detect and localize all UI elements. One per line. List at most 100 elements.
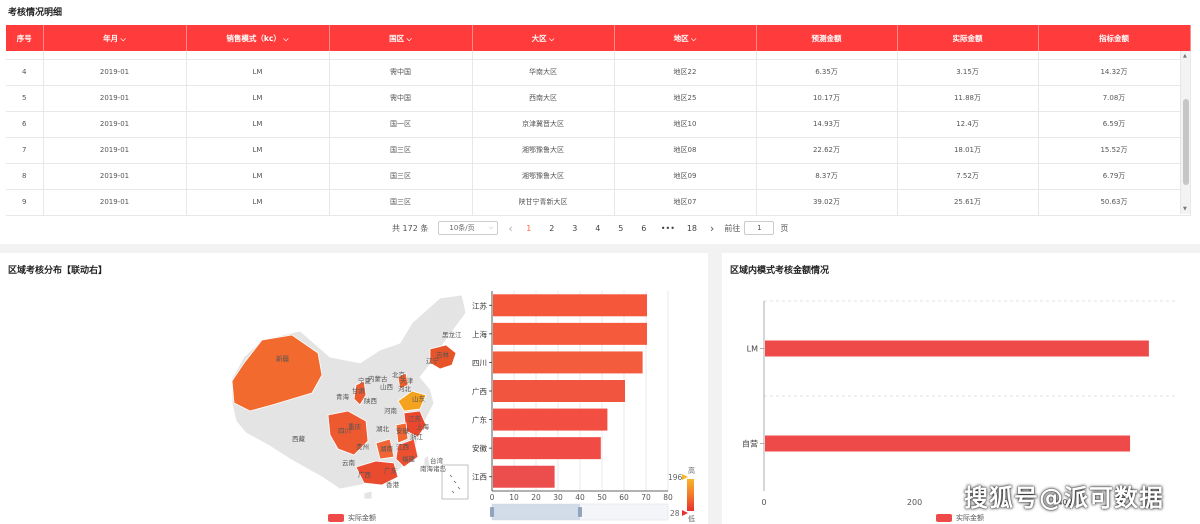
- page-size-select[interactable]: 10条/页 ⌵: [438, 221, 499, 235]
- column-header-label: 销售模式（kc）: [226, 33, 281, 43]
- map-hainan[interactable]: [363, 490, 373, 500]
- table-cell: 5: [6, 85, 44, 112]
- table-row[interactable]: 4 2019-01 LM 需中国 华南大区 地区22 6.35万 3.15万 14.32万: [6, 59, 1191, 86]
- table-row[interactable]: 6 2019-01 LM 国一区 京津冀晋大区 地区10 14.93万 12.4万 6.59万: [6, 111, 1191, 138]
- scroll-up-icon[interactable]: ▲: [1183, 53, 1187, 59]
- bar-上海[interactable]: [493, 322, 647, 345]
- legend-swatch: [328, 514, 344, 522]
- x-tick-label: 60: [619, 493, 629, 502]
- table-cell: 6.35万: [756, 59, 898, 86]
- table-header-row: 序号 年月 ⌵ 销售模式（kc） ⌵ 国区 ⌵ 大区 ⌵ 地区 ⌵ 预测金额 实际金额 指标金额: [6, 25, 1191, 51]
- detail-table: 序号 年月 ⌵ 销售模式（kc） ⌵ 国区 ⌵ 大区 ⌵ 地区 ⌵ 预测金额 实际金额 指标金额…: [6, 25, 1191, 216]
- map-label: 新疆: [276, 354, 290, 363]
- map-label: 西藏: [292, 434, 306, 443]
- chevron-down-icon[interactable]: ⌵: [404, 35, 412, 43]
- table-cell: 国三区: [329, 137, 473, 164]
- table-cell: 国三区: [329, 189, 473, 216]
- table-cell: 22.62万: [756, 137, 898, 164]
- table-cell: 6.59万: [1038, 111, 1191, 138]
- table-cell: 4: [6, 59, 44, 86]
- x-tick-label: 20: [531, 493, 541, 502]
- next-page-icon[interactable]: ›: [710, 222, 714, 235]
- table-row[interactable]: 9 2019-01 LM 国三区 陕甘宁青新大区 地区07 39.02万 25.61万 50.6…: [6, 189, 1191, 216]
- bar-江苏[interactable]: [493, 294, 647, 317]
- map-label: 青海: [336, 392, 350, 401]
- table-cell: 京津冀晋大区: [472, 111, 615, 138]
- column-header-label: 地区: [673, 33, 689, 43]
- goto-suffix: 页: [780, 223, 789, 233]
- table-row[interactable]: 5 2019-01 LM 需中国 西南大区 地区25 10.17万 11.88万 7.08万: [6, 85, 1191, 112]
- bar-LM[interactable]: [765, 340, 1149, 357]
- goto-label: 前往: [724, 223, 741, 233]
- region-legend[interactable]: 实际金额: [328, 513, 376, 523]
- chevron-down-icon[interactable]: ⌵: [547, 35, 554, 43]
- column-header[interactable]: 大区 ⌵: [472, 25, 615, 51]
- map-label: 贵州: [356, 442, 369, 451]
- page-number[interactable]: 5: [615, 224, 627, 233]
- map-label: 江苏: [408, 414, 422, 423]
- bar-广西[interactable]: [493, 380, 625, 402]
- chevron-down-icon[interactable]: ⌵: [689, 35, 696, 43]
- page-number[interactable]: 6: [638, 224, 650, 233]
- map-label: 湖北: [376, 424, 390, 433]
- page-ellipsis[interactable]: •••: [661, 224, 675, 233]
- column-header-label: 预测金额: [811, 33, 842, 43]
- table-row[interactable]: 8 2019-01 LM 国三区 湘鄂豫鲁大区 地区09 8.37万 7.52万 6.79万: [6, 163, 1191, 190]
- bar-江西[interactable]: [493, 465, 555, 488]
- page-number[interactable]: 3: [569, 224, 581, 233]
- table-cell: 2019-01: [43, 163, 187, 190]
- bar-安徽[interactable]: [493, 437, 601, 460]
- table-cell: 14.32万: [1038, 59, 1191, 86]
- pagination: 共 172 条 10条/页 ⌵ ‹ 1 2 3 4 5 6 ••• 18 › 前往 1 页: [392, 220, 798, 236]
- scroll-down-icon[interactable]: ▼: [1183, 206, 1187, 212]
- page-number[interactable]: 18: [686, 224, 698, 233]
- map-label: 云南: [342, 458, 356, 467]
- pager-total: 共 172 条: [392, 223, 429, 233]
- province-bar-chart: 0 10 20 30 40 50 60 70 80 江苏上海四川广西广东安徽江西: [472, 291, 673, 521]
- column-header[interactable]: 地区 ⌵: [614, 25, 757, 51]
- data-zoom-handle[interactable]: [578, 507, 582, 517]
- column-header: 指标金额: [1038, 25, 1191, 51]
- prev-page-icon[interactable]: ‹: [508, 222, 512, 235]
- data-zoom-handle[interactable]: [490, 507, 494, 517]
- table-scrollbar[interactable]: ▲ ▼: [1180, 51, 1190, 214]
- table-cell: LM: [186, 163, 330, 190]
- goto-page-input[interactable]: 1: [744, 221, 775, 235]
- bar-广东[interactable]: [493, 408, 608, 431]
- page-number[interactable]: 2: [546, 224, 558, 233]
- chevron-down-icon[interactable]: ⌵: [281, 35, 288, 43]
- x-tick-label: 70: [641, 493, 651, 502]
- x-tick-label: 0: [490, 493, 495, 502]
- bar-自营[interactable]: [765, 435, 1131, 452]
- table-cell: LM: [186, 189, 330, 216]
- map-label: 江西: [396, 443, 410, 451]
- chevron-down-icon[interactable]: ⌵: [118, 35, 126, 43]
- bar-四川[interactable]: [493, 351, 643, 374]
- column-header[interactable]: 销售模式（kc） ⌵: [186, 25, 330, 51]
- detail-card: 考核情况明细 序号 年月 ⌵ 销售模式（kc） ⌵ 国区 ⌵ 大区 ⌵ 地区 ⌵ 预测金额实…: [0, 0, 1200, 244]
- table-cell: 2019-01: [43, 85, 187, 112]
- column-header[interactable]: 年月 ⌵: [43, 25, 187, 51]
- y-category-label: 江西: [472, 473, 487, 482]
- map-label: 上海: [416, 422, 430, 431]
- page-number[interactable]: 4: [592, 224, 604, 233]
- table-row[interactable]: 7 2019-01 LM 国三区 湘鄂豫鲁大区 地区08 22.62万 18.01万 15.52…: [6, 137, 1191, 164]
- map-label: 广东: [384, 466, 398, 475]
- table-cell: LM: [186, 111, 330, 138]
- scrollbar-thumb[interactable]: [1183, 99, 1189, 185]
- column-header-label: 序号: [16, 33, 32, 43]
- column-header-label: 国区: [389, 33, 405, 43]
- x-tick-label: 30: [553, 493, 563, 502]
- page-list: 1 2 3 4 5 6 ••• 18: [523, 224, 698, 233]
- map-label: 浙江: [410, 432, 424, 441]
- mode-legend[interactable]: 实际金额: [936, 513, 984, 523]
- column-header: 实际金额: [897, 25, 1039, 51]
- data-zoom-selection[interactable]: [492, 504, 580, 520]
- table-cell: 15.52万: [1038, 137, 1191, 164]
- column-header[interactable]: 国区 ⌵: [329, 25, 473, 51]
- page-number[interactable]: 1: [523, 224, 535, 233]
- visual-map-bar[interactable]: [687, 479, 694, 511]
- column-header-label: 实际金额: [952, 33, 983, 43]
- y-category-label: 四川: [472, 358, 487, 367]
- map-label: 香港: [386, 480, 400, 489]
